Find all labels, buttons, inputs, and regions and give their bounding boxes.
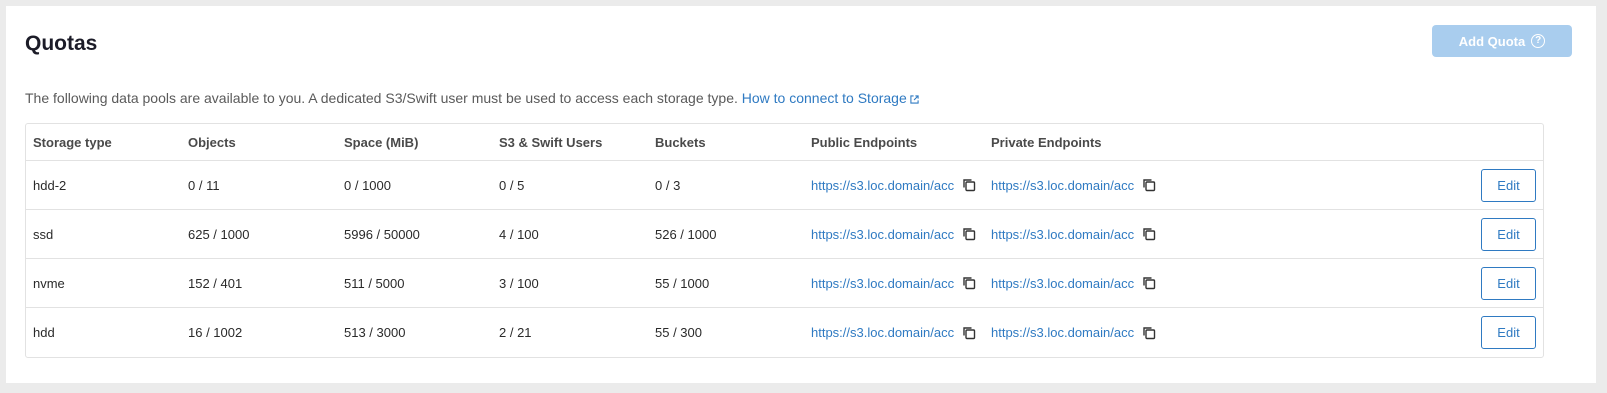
public-endpoint-cell: https://s3.loc.domain/acc bbox=[811, 161, 976, 209]
header-storage-type: Storage type bbox=[33, 134, 112, 150]
header-private-endpoints: Private Endpoints bbox=[991, 134, 1102, 150]
storage-type-cell: ssd bbox=[33, 226, 54, 242]
users-cell: 3 / 100 bbox=[499, 275, 539, 291]
copy-icon[interactable] bbox=[962, 326, 976, 340]
table-row: hdd-2 0 / 11 0 / 1000 0 / 5 0 / 3 https:… bbox=[26, 161, 1543, 210]
storage-type-cell: nvme bbox=[33, 275, 65, 291]
header-buckets: Buckets bbox=[655, 134, 706, 150]
help-circle-icon[interactable]: ? bbox=[1531, 34, 1546, 48]
edit-button[interactable]: Edit bbox=[1481, 266, 1536, 300]
copy-icon[interactable] bbox=[962, 227, 976, 241]
space-cell: 511 / 5000 bbox=[344, 275, 405, 291]
space-cell: 0 / 1000 bbox=[344, 177, 391, 193]
intro-description: The following data pools are available t… bbox=[25, 90, 742, 106]
objects-cell: 625 / 1000 bbox=[188, 226, 250, 242]
private-endpoint-link[interactable]: https://s3.loc.domain/acc bbox=[991, 276, 1134, 291]
objects-cell: 16 / 1002 bbox=[188, 325, 243, 340]
public-endpoint-link[interactable]: https://s3.loc.domain/acc bbox=[811, 178, 954, 193]
add-quota-button[interactable]: Add Quota ? bbox=[1432, 25, 1572, 57]
edit-button[interactable]: Edit bbox=[1481, 217, 1536, 251]
objects-cell: 152 / 401 bbox=[188, 275, 243, 291]
users-cell: 0 / 5 bbox=[499, 177, 525, 193]
objects-cell: 0 / 11 bbox=[188, 177, 220, 193]
buckets-cell: 55 / 300 bbox=[655, 325, 702, 340]
public-endpoint-link[interactable]: https://s3.loc.domain/acc bbox=[811, 276, 954, 291]
buckets-cell: 55 / 1000 bbox=[655, 275, 710, 291]
public-endpoint-cell: https://s3.loc.domain/acc bbox=[811, 308, 976, 357]
storage-type-cell: hdd bbox=[33, 325, 55, 340]
buckets-cell: 526 / 1000 bbox=[655, 226, 717, 242]
table-row: ssd 625 / 1000 5996 / 50000 4 / 100 526 … bbox=[26, 210, 1543, 259]
edit-cell: Edit bbox=[1481, 259, 1536, 307]
edit-cell: Edit bbox=[1481, 210, 1536, 258]
private-endpoint-cell: https://s3.loc.domain/acc bbox=[991, 161, 1156, 209]
header-users: S3 & Swift Users bbox=[499, 134, 603, 150]
private-endpoint-cell: https://s3.loc.domain/acc bbox=[991, 210, 1156, 258]
private-endpoint-cell: https://s3.loc.domain/acc bbox=[991, 259, 1156, 307]
how-to-connect-link[interactable]: How to connect to Storage bbox=[742, 90, 919, 106]
copy-icon[interactable] bbox=[1142, 276, 1156, 290]
edit-cell: Edit bbox=[1481, 308, 1536, 357]
quotas-table: Storage type Objects Space (MiB) S3 & Sw… bbox=[25, 123, 1544, 358]
storage-type-cell: hdd-2 bbox=[33, 177, 67, 193]
public-endpoint-link[interactable]: https://s3.loc.domain/acc bbox=[811, 227, 954, 242]
users-cell: 2 / 21 bbox=[499, 325, 532, 340]
private-endpoint-link[interactable]: https://s3.loc.domain/acc bbox=[991, 178, 1134, 193]
space-cell: 5996 / 50000 bbox=[344, 226, 420, 242]
space-cell: 513 / 3000 bbox=[344, 325, 406, 340]
public-endpoint-cell: https://s3.loc.domain/acc bbox=[811, 259, 976, 307]
edit-button[interactable]: Edit bbox=[1481, 316, 1536, 349]
copy-icon[interactable] bbox=[1142, 178, 1156, 192]
header-objects: Objects bbox=[188, 134, 236, 150]
add-quota-label: Add Quota bbox=[1458, 33, 1526, 49]
table-row: hdd 16 / 1002 513 / 3000 2 / 21 55 / 300… bbox=[26, 308, 1543, 357]
header-space: Space (MiB) bbox=[344, 134, 419, 150]
page-title: Quotas bbox=[25, 32, 98, 55]
external-link-icon bbox=[910, 95, 919, 104]
copy-icon[interactable] bbox=[1142, 227, 1156, 241]
buckets-cell: 0 / 3 bbox=[655, 177, 681, 193]
copy-icon[interactable] bbox=[962, 276, 976, 290]
public-endpoint-cell: https://s3.loc.domain/acc bbox=[811, 210, 976, 258]
copy-icon[interactable] bbox=[1142, 326, 1156, 340]
private-endpoint-link[interactable]: https://s3.loc.domain/acc bbox=[991, 227, 1134, 242]
header-public-endpoints: Public Endpoints bbox=[811, 134, 918, 150]
copy-icon[interactable] bbox=[962, 178, 976, 192]
private-endpoint-cell: https://s3.loc.domain/acc bbox=[991, 308, 1156, 357]
private-endpoint-link[interactable]: https://s3.loc.domain/acc bbox=[991, 325, 1134, 340]
quotas-panel: Quotas Add Quota ? The following data po… bbox=[6, 6, 1596, 383]
intro-text: The following data pools are available t… bbox=[25, 90, 919, 106]
public-endpoint-link[interactable]: https://s3.loc.domain/acc bbox=[811, 325, 954, 340]
users-cell: 4 / 100 bbox=[499, 226, 539, 242]
how-to-connect-label: How to connect to Storage bbox=[741, 90, 907, 106]
edit-cell: Edit bbox=[1481, 161, 1536, 209]
edit-button[interactable]: Edit bbox=[1481, 168, 1536, 202]
table-header-row: Storage type Objects Space (MiB) S3 & Sw… bbox=[26, 124, 1543, 161]
table-row: nvme 152 / 401 511 / 5000 3 / 100 55 / 1… bbox=[26, 259, 1543, 308]
